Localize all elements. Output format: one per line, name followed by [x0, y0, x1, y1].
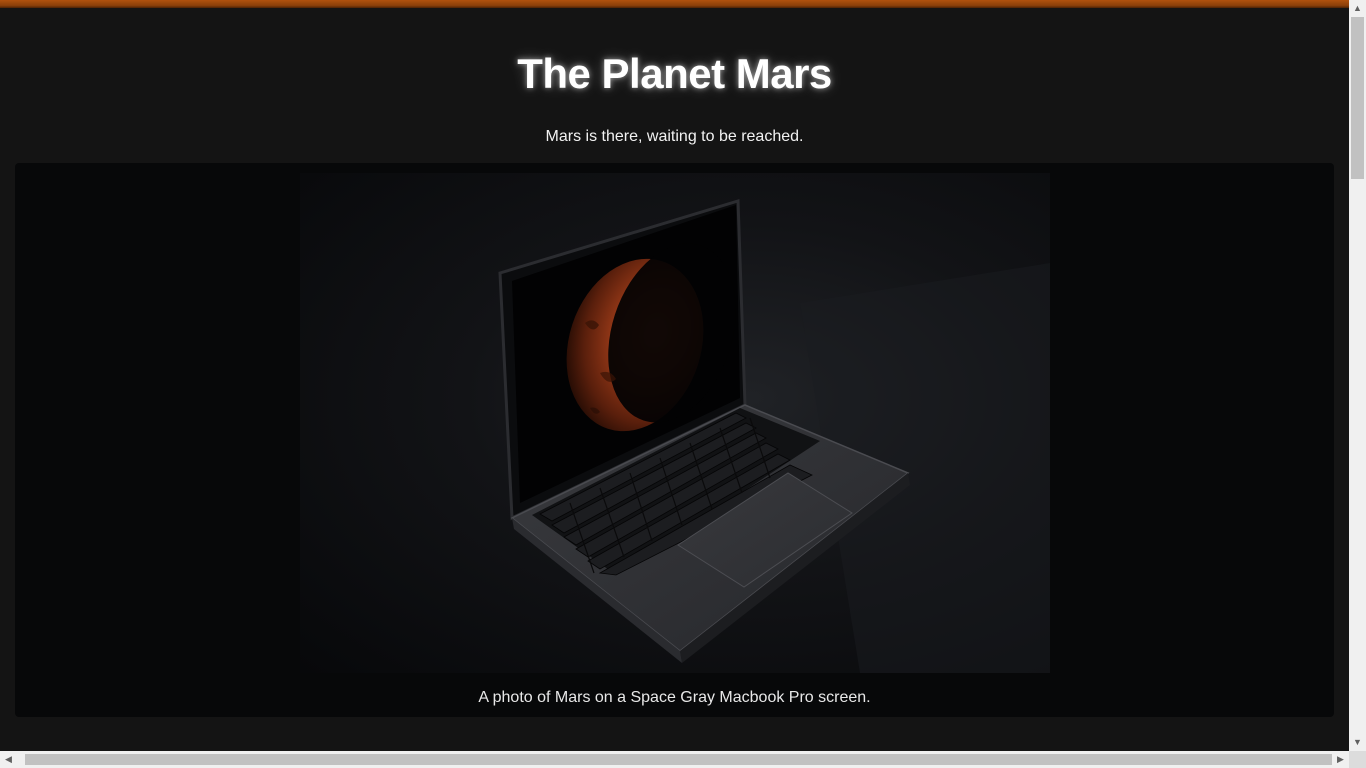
image-figure: A photo of Mars on a Space Gray Macbook …	[15, 163, 1334, 717]
scrollbar-corner	[1349, 751, 1366, 768]
triangle-left-icon[interactable]: ◀	[0, 751, 17, 768]
figure-caption: A photo of Mars on a Space Gray Macbook …	[478, 689, 871, 706]
vertical-scroll-thumb[interactable]	[1351, 17, 1364, 179]
triangle-up-icon[interactable]: ▲	[1349, 0, 1366, 17]
laptop-illustration	[498, 198, 1050, 673]
horizontal-scroll-thumb[interactable]	[25, 754, 1332, 765]
mars-laptop-photo	[300, 173, 1050, 673]
top-accent-border	[0, 0, 1349, 8]
triangle-right-icon[interactable]: ▶	[1332, 751, 1349, 768]
horizontal-scrollbar[interactable]: ◀ ▶	[0, 751, 1349, 768]
page-title: The Planet Mars	[517, 50, 832, 97]
page-viewport: The Planet Mars Mars is there, waiting t…	[0, 0, 1349, 751]
triangle-down-icon[interactable]: ▼	[1349, 734, 1366, 751]
vertical-scrollbar[interactable]: ▲ ▼	[1349, 0, 1366, 751]
page-subtitle: Mars is there, waiting to be reached.	[545, 128, 804, 145]
